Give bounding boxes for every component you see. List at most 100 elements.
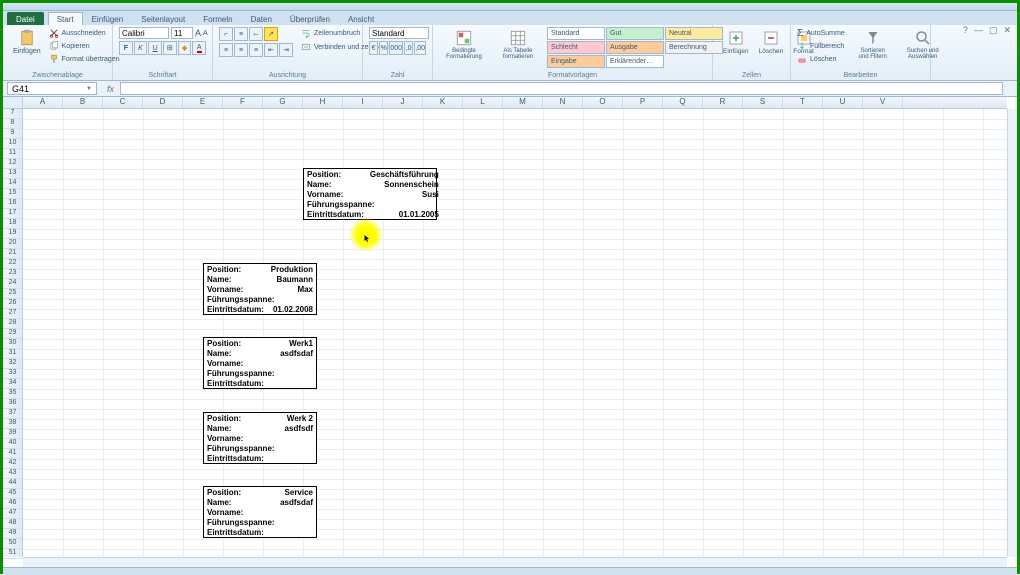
fill-button[interactable]: Füllbereich: [797, 40, 845, 52]
align-center-button[interactable]: ≡: [234, 43, 248, 57]
row-header-19[interactable]: 19: [3, 229, 22, 239]
font-color-button[interactable]: A: [192, 41, 206, 55]
row-header-21[interactable]: 21: [3, 249, 22, 259]
row-header-51[interactable]: 51: [3, 549, 22, 559]
col-header-J[interactable]: J: [383, 97, 423, 108]
style-ausgabe[interactable]: Ausgabe: [606, 41, 664, 54]
worksheet[interactable]: ABCDEFGHIJKLMNOPQRSTUV 78910111213141516…: [3, 97, 1017, 567]
row-header-12[interactable]: 12: [3, 159, 22, 169]
col-header-C[interactable]: C: [103, 97, 143, 108]
fill-color-button[interactable]: ◆: [178, 41, 192, 55]
col-header-M[interactable]: M: [503, 97, 543, 108]
row-header-41[interactable]: 41: [3, 449, 22, 459]
org-card-c4[interactable]: Position:Werk 2Name:asdfsdfVorname:Führu…: [203, 412, 317, 464]
tab-ueberpruefen[interactable]: Überprüfen: [281, 12, 339, 25]
style-schlecht[interactable]: Schlecht: [547, 41, 605, 54]
col-header-A[interactable]: A: [23, 97, 63, 108]
tab-start[interactable]: Start: [48, 12, 83, 26]
row-header-32[interactable]: 32: [3, 359, 22, 369]
bold-button[interactable]: F: [119, 41, 133, 55]
row-header-50[interactable]: 50: [3, 539, 22, 549]
grid-area[interactable]: Position:GeschäftsführungName:Sonnensche…: [23, 109, 1007, 557]
row-header-8[interactable]: 8: [3, 119, 22, 129]
indent-inc-button[interactable]: ⇥: [279, 43, 293, 57]
org-card-c2[interactable]: Position:ProduktionName:BaumannVorname:M…: [203, 263, 317, 315]
row-header-17[interactable]: 17: [3, 209, 22, 219]
tab-file[interactable]: Datei: [7, 12, 44, 25]
row-header-27[interactable]: 27: [3, 309, 22, 319]
row-header-16[interactable]: 16: [3, 199, 22, 209]
col-header-F[interactable]: F: [223, 97, 263, 108]
row-header-46[interactable]: 46: [3, 499, 22, 509]
row-header-49[interactable]: 49: [3, 529, 22, 539]
col-header-S[interactable]: S: [743, 97, 783, 108]
row-header-36[interactable]: 36: [3, 399, 22, 409]
autosum-button[interactable]: ΣAutoSumme: [797, 27, 845, 39]
copy-button[interactable]: Kopieren: [49, 40, 120, 52]
dec-inc-button[interactable]: ,0: [404, 41, 413, 55]
align-top-button[interactable]: ⌐: [219, 27, 233, 41]
tab-daten[interactable]: Daten: [242, 12, 281, 25]
delete-cells-button[interactable]: Löschen: [755, 27, 788, 57]
style-standard[interactable]: Standard: [547, 27, 605, 40]
name-box[interactable]: G41▼: [7, 82, 97, 95]
row-header-48[interactable]: 48: [3, 519, 22, 529]
row-header-31[interactable]: 31: [3, 349, 22, 359]
col-header-I[interactable]: I: [343, 97, 383, 108]
horizontal-scrollbar[interactable]: [23, 557, 1007, 567]
row-header-26[interactable]: 26: [3, 299, 22, 309]
tab-formeln[interactable]: Formeln: [194, 12, 241, 25]
row-header-13[interactable]: 13: [3, 169, 22, 179]
col-header-Q[interactable]: Q: [663, 97, 703, 108]
row-header-47[interactable]: 47: [3, 509, 22, 519]
help-icon[interactable]: ?: [963, 25, 968, 36]
org-card-c5[interactable]: Position:ServiceName:asdfsdafVorname:Füh…: [203, 486, 317, 538]
row-header-45[interactable]: 45: [3, 489, 22, 499]
row-header-44[interactable]: 44: [3, 479, 22, 489]
row-header-42[interactable]: 42: [3, 459, 22, 469]
org-card-c1[interactable]: Position:GeschäftsführungName:Sonnensche…: [303, 168, 437, 220]
row-header-33[interactable]: 33: [3, 369, 22, 379]
row-header-43[interactable]: 43: [3, 469, 22, 479]
percent-button[interactable]: %: [379, 41, 388, 55]
col-header-T[interactable]: T: [783, 97, 823, 108]
align-middle-button[interactable]: ≡: [234, 27, 248, 41]
col-header-E[interactable]: E: [183, 97, 223, 108]
sort-filter-button[interactable]: Sortieren und Filtern: [851, 27, 895, 65]
col-header-P[interactable]: P: [623, 97, 663, 108]
formula-input[interactable]: [120, 82, 1003, 95]
format-as-table-button[interactable]: Als Tabelle formatieren: [493, 27, 543, 62]
close-icon[interactable]: ✕: [1003, 25, 1011, 36]
find-select-button[interactable]: Suchen und Auswählen: [901, 27, 945, 65]
col-header-H[interactable]: H: [303, 97, 343, 108]
col-header-G[interactable]: G: [263, 97, 303, 108]
row-header-15[interactable]: 15: [3, 189, 22, 199]
underline-button[interactable]: U: [148, 41, 162, 55]
conditional-format-button[interactable]: Bedingte Formatierung: [439, 27, 489, 62]
style-eingabe[interactable]: Eingabe: [547, 55, 605, 68]
row-header-22[interactable]: 22: [3, 259, 22, 269]
row-header-14[interactable]: 14: [3, 179, 22, 189]
align-left-button[interactable]: ≡: [219, 43, 233, 57]
tab-seitenlayout[interactable]: Seitenlayout: [132, 12, 194, 25]
col-header-D[interactable]: D: [143, 97, 183, 108]
style-gut[interactable]: Gut: [606, 27, 664, 40]
cut-button[interactable]: Ausschneiden: [49, 27, 120, 39]
border-button[interactable]: ⊞: [163, 41, 177, 55]
row-header-30[interactable]: 30: [3, 339, 22, 349]
tab-einfuegen[interactable]: Einfügen: [83, 12, 133, 25]
col-header-O[interactable]: O: [583, 97, 623, 108]
currency-button[interactable]: €: [369, 41, 378, 55]
tab-ansicht[interactable]: Ansicht: [339, 12, 383, 25]
align-right-button[interactable]: ≡: [249, 43, 263, 57]
dec-dec-button[interactable]: ,00: [414, 41, 426, 55]
orientation-button[interactable]: ↗: [264, 27, 278, 41]
row-header-25[interactable]: 25: [3, 289, 22, 299]
col-header-L[interactable]: L: [463, 97, 503, 108]
row-header-35[interactable]: 35: [3, 389, 22, 399]
row-header-40[interactable]: 40: [3, 439, 22, 449]
row-header-37[interactable]: 37: [3, 409, 22, 419]
row-header-29[interactable]: 29: [3, 329, 22, 339]
row-header-20[interactable]: 20: [3, 239, 22, 249]
minimize-icon[interactable]: —: [974, 25, 983, 36]
